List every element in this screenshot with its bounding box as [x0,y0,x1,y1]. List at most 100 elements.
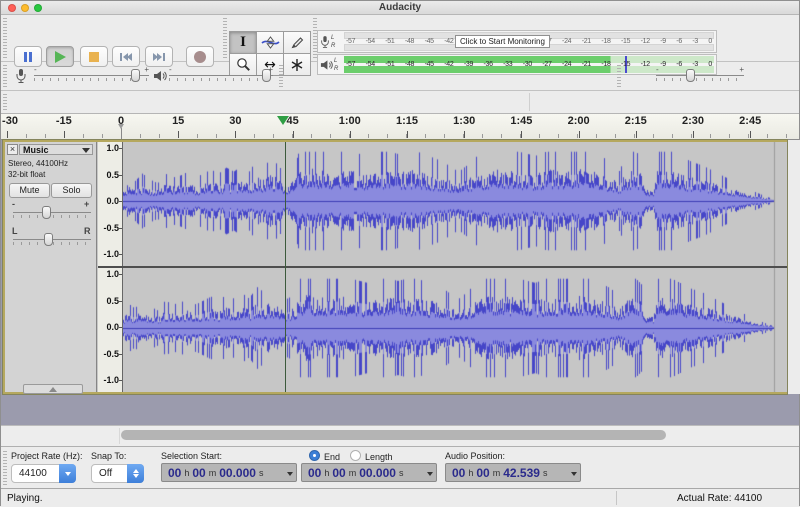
horizontal-scrollbar[interactable] [1,425,799,446]
scrollbar-thumb[interactable] [121,430,666,440]
playback-volume-thumb[interactable] [262,69,271,82]
chevron-down-icon[interactable] [571,472,577,476]
playback-meter-scale: -57-54-51-48-45-42-39-36-33-30-27-24-21-… [346,56,712,73]
seconds-value[interactable]: 42.539 [503,466,540,480]
vertical-ruler-right-channel[interactable]: 1.00.50.0-0.5-1.0 [98,268,123,392]
selection-end-field[interactable]: 00h 00m 00.000s [301,463,437,482]
edit-toolbar-grip[interactable] [279,65,283,87]
length-radio-label[interactable]: Length [365,452,393,462]
device-toolbar-grip[interactable] [3,94,7,110]
minutes-value[interactable]: 00 [332,466,345,480]
recording-volume-thumb[interactable] [131,69,140,82]
chevron-down-icon [82,148,90,153]
mute-button[interactable]: Mute [9,183,50,198]
hours-unit: h [184,468,189,478]
project-rate-label: Project Rate (Hz): [11,451,83,461]
ruler-major-tick [64,131,65,138]
track-control-panel: × Music Stereo, 44100Hz 32-bit float Mut… [5,142,97,392]
ruler-tick-label: 1:15 [396,115,418,127]
gain-slider-thumb[interactable] [42,206,51,219]
slider-plus-label: + [144,65,149,74]
slider-plus-label: + [739,65,744,74]
title-bar: Audacity [1,1,799,15]
hours-unit: h [468,468,473,478]
recording-meter[interactable]: LR -57-54-51-48-45-42-39-36-33-30-27-24-… [317,30,717,53]
track-bitdepth-info: 32-bit float [8,170,45,179]
transport-toolbar-grip[interactable] [3,18,7,58]
pause-icon [24,52,32,62]
ruler-major-tick [407,131,408,138]
recording-meter-source[interactable]: LR [320,32,343,51]
end-radio[interactable] [309,450,320,461]
snap-to-dropdown[interactable]: Off [91,464,144,483]
project-rate-value: 44100 [19,468,47,479]
playback-meter[interactable]: LR -57-54-51-48-45-42-39-36-33-30-27-24-… [317,54,717,75]
audio-position-label: Audio Position: [445,451,505,461]
end-radio-label[interactable]: End [324,452,340,462]
pan-slider[interactable] [13,231,91,248]
minutes-unit: m [349,468,357,478]
vertical-ruler-label: -0.5 [103,349,119,359]
draw-tool-button[interactable] [283,31,311,54]
track-close-button[interactable]: × [7,144,18,155]
ruler-tick-label: -15 [56,115,72,127]
waveform-left-channel[interactable] [123,142,787,266]
selection-tool-icon: I [240,35,246,50]
ruler-major-tick [235,131,236,138]
hours-value[interactable]: 00 [308,466,321,480]
seconds-unit: s [259,468,264,478]
ruler-tick-label: 30 [229,115,241,127]
chevron-down-icon [59,464,76,483]
audio-position-field[interactable]: 00h 00m 42.539s [445,463,581,482]
chevron-down-icon[interactable] [427,472,433,476]
envelope-tool-button[interactable] [256,31,284,54]
vertical-ruler-left-channel[interactable]: 1.00.50.0-0.5-1.0 [98,142,123,266]
playhead-marker[interactable] [277,116,289,125]
actual-rate-text: Actual Rate: 44100 [677,493,762,504]
hours-value[interactable]: 00 [452,466,465,480]
ruler-major-tick [750,131,751,138]
length-radio[interactable] [350,450,361,461]
snap-to-value: Off [99,468,112,479]
selection-start-field[interactable]: 00h 00m 00.000s [161,463,297,482]
track-name-menu[interactable]: Music [19,144,93,155]
ruler-tick-label: 2:30 [682,115,704,127]
waveform-right-channel[interactable] [123,268,787,392]
vertical-ruler-label: 1.0 [106,269,119,279]
seconds-value[interactable]: 00.000 [219,466,256,480]
project-rate-dropdown[interactable]: 44100 [11,464,76,483]
minutes-value[interactable]: 00 [192,466,205,480]
selection-toolbar-grip[interactable] [3,450,7,485]
track-region: × Music Stereo, 44100Hz 32-bit float Mut… [1,140,799,425]
skip-to-start-icon [119,52,133,62]
solo-button[interactable]: Solo [51,183,92,198]
vertical-ruler-label: 1.0 [106,143,119,153]
ruler-major-tick [350,131,351,138]
timeline-ruler[interactable]: -30-1501530451:001:151:301:452:002:152:3… [1,114,799,140]
playback-meter-bands: -57-54-51-48-45-42-39-36-33-30-27-24-21-… [344,56,714,73]
tools-toolbar-grip[interactable] [223,18,227,58]
minutes-unit: m [493,468,501,478]
recording-volume-slider[interactable]: - + [34,67,149,84]
monitoring-tooltip[interactable]: Click to Start Monitoring [455,35,550,48]
audio-track: × Music Stereo, 44100Hz 32-bit float Mut… [3,140,787,394]
gain-slider[interactable] [13,204,91,221]
pan-slider-thumb[interactable] [44,233,53,246]
ruler-major-tick [693,131,694,138]
playback-volume-slider[interactable]: - + [169,67,273,84]
minutes-value[interactable]: 00 [476,466,489,480]
mixer-toolbar-grip[interactable] [3,65,7,87]
cursor-pin [121,128,122,139]
seconds-value[interactable]: 00.000 [359,466,396,480]
track-collapse-button[interactable] [23,384,83,394]
hours-value[interactable]: 00 [168,466,181,480]
chevron-down-icon[interactable] [287,472,293,476]
track-format-info: Stereo, 44100Hz [8,159,68,168]
speaker-icon [153,70,167,82]
slider-minus-label: - [34,65,37,74]
meter-left-label: L [331,35,335,41]
audacity-window: Audacity I ↔ [0,0,800,506]
ruler-tick-label: 2:00 [568,115,590,127]
selection-tool-button[interactable]: I [229,31,257,54]
vertical-ruler-label: -1.0 [103,375,119,385]
